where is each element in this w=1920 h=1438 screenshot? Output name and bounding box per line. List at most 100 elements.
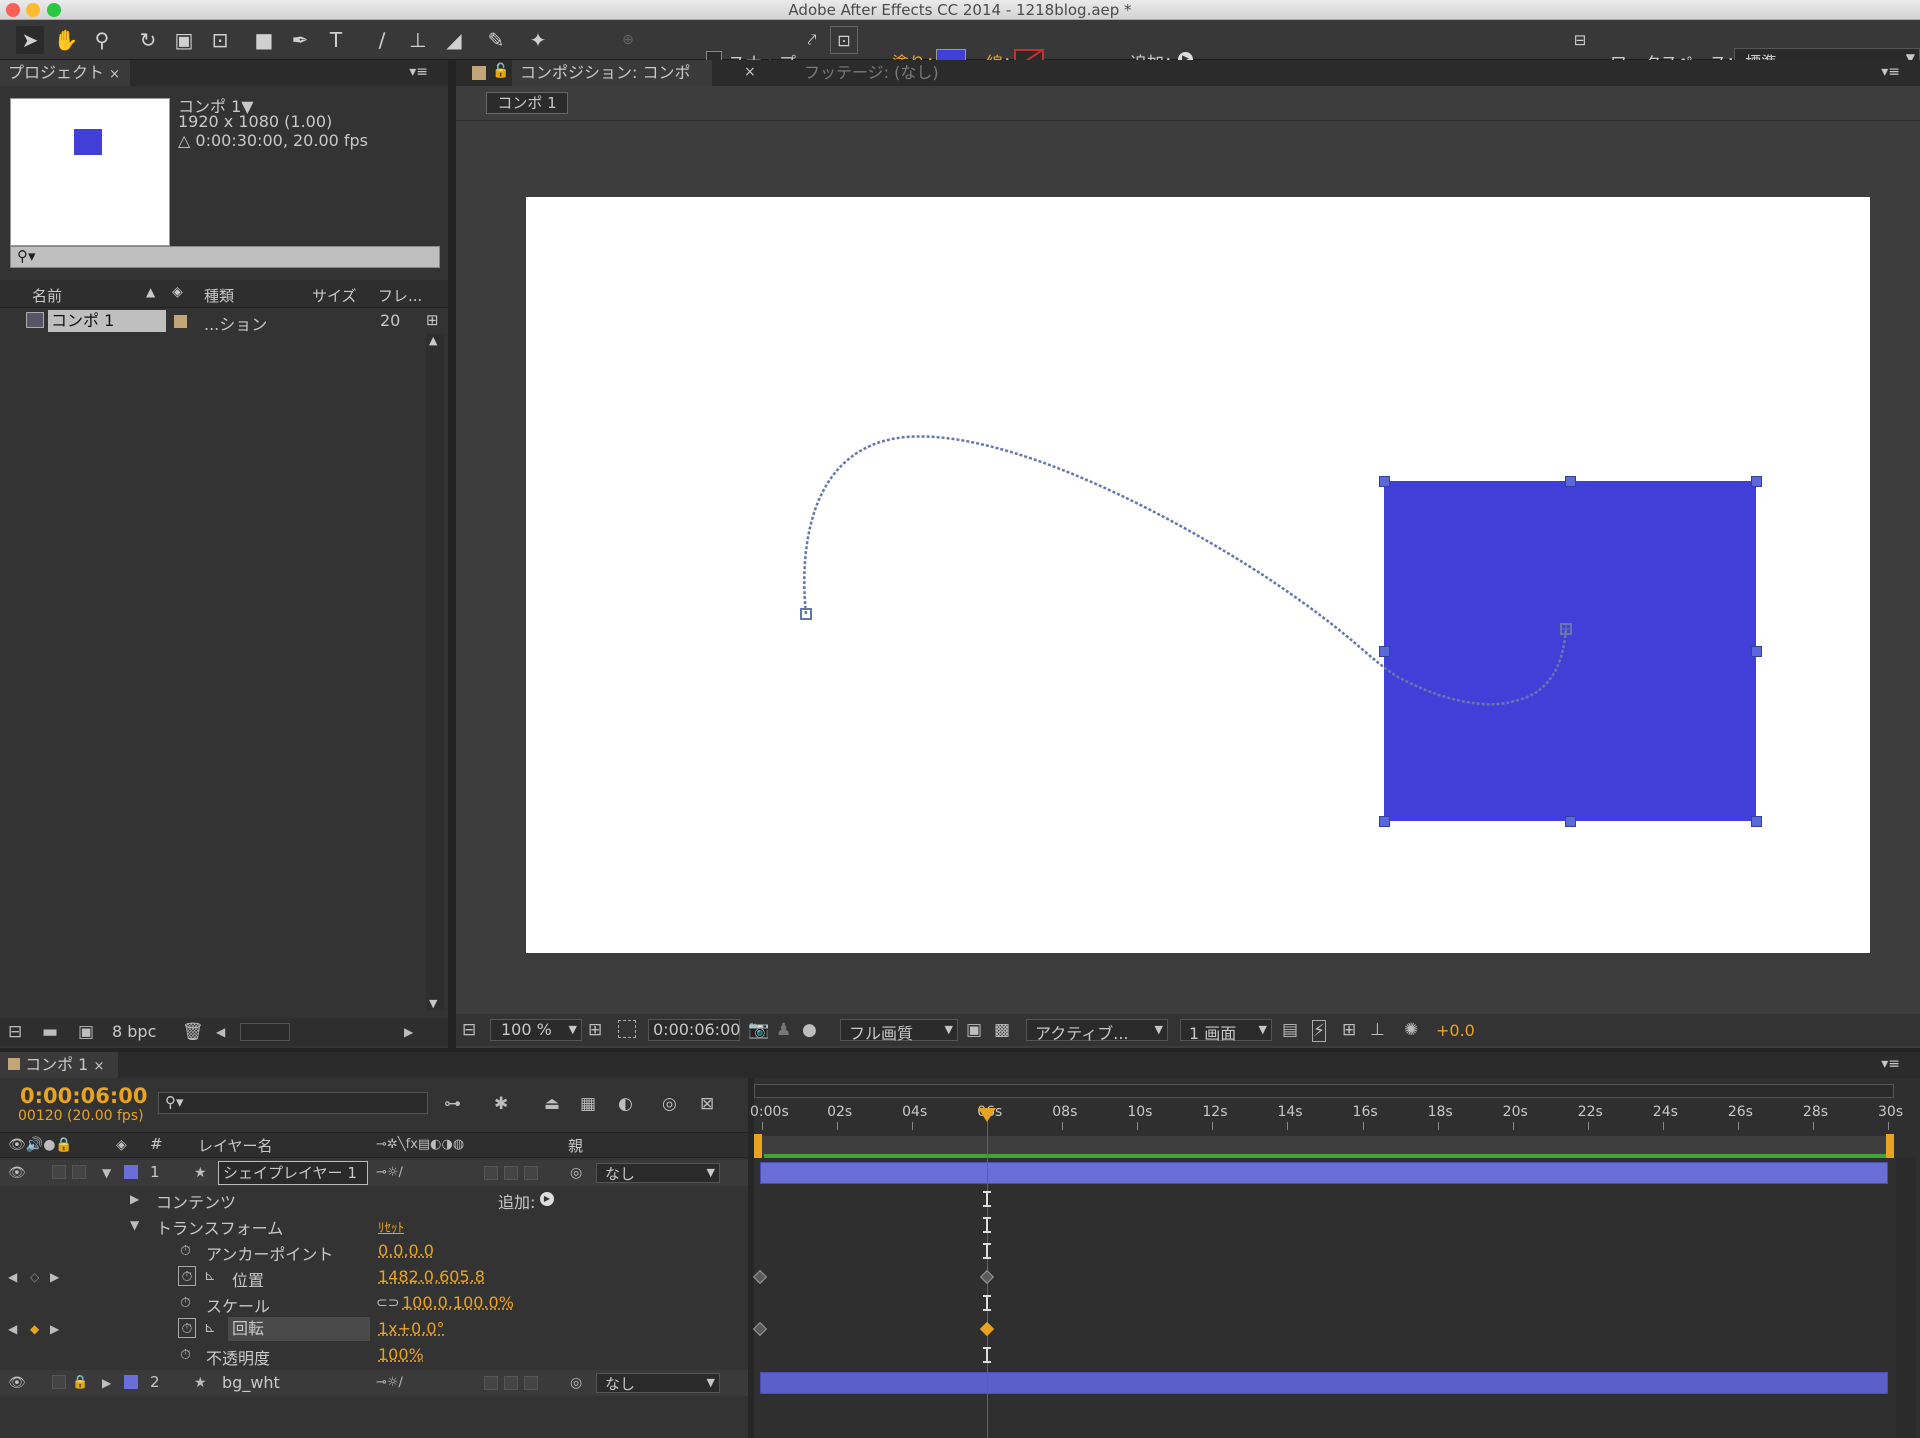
composition-mini-flowchart-icon[interactable]: ⊶ [444,1094,461,1114]
switch-box[interactable] [504,1166,518,1180]
sort-ascending-icon[interactable]: ▲ [146,285,155,299]
stopwatch-icon[interactable]: ⏱ [178,1318,196,1338]
solo-switch[interactable] [52,1375,66,1389]
switch-box[interactable] [524,1166,538,1180]
resolution-select[interactable]: フル画質 ▼ [840,1019,958,1043]
property-value[interactable]: 100.0,100.0% [402,1293,514,1312]
work-area-bar[interactable] [754,1136,1894,1156]
property-value[interactable]: 1482.0,605.8 [378,1267,485,1286]
bounding-box-handle[interactable] [1751,816,1762,827]
column-frame[interactable]: フレ... [378,285,422,306]
table-row[interactable]: 👁 🔒 ▶ 2 ★ bg_wht ⊸☼∕ ◎ なし ▼ [0,1370,752,1396]
layer-2-duration-bar[interactable] [760,1372,1888,1394]
stopwatch-icon[interactable]: ⏱ [180,1293,191,1313]
timeline-icon[interactable]: ⊞ [1342,1020,1356,1040]
column-name[interactable]: 名前 [32,285,62,306]
new-folder-icon[interactable]: ▬ [42,1022,58,1042]
camera-tool-icon[interactable]: ▣ [170,26,198,54]
bounding-box-handle[interactable] [1751,646,1762,657]
selection-tool-icon[interactable]: ➤ [16,26,44,54]
panel-menu-icon[interactable]: ▾≡ [1881,64,1900,80]
work-area-start[interactable] [754,1134,762,1158]
property-value[interactable]: 0.0,0.0 [378,1241,434,1260]
bounding-box-handle[interactable] [1379,816,1390,827]
puppet-pin-tool-icon[interactable]: ✦ [524,26,552,54]
region-of-interest-icon[interactable]: ▣ [966,1020,982,1040]
switch-box[interactable] [484,1166,498,1180]
panel-menu-icon[interactable]: ▾≡ [409,64,428,80]
composition-canvas[interactable] [526,197,1870,953]
channel-icon[interactable]: ● [802,1020,817,1040]
solo-switch[interactable] [52,1165,66,1179]
timeline-timecode[interactable]: 0:00:06:00 [20,1084,147,1108]
eye-icon[interactable]: 👁 [8,1163,26,1183]
timeline-search-input[interactable]: ⚲▾ [158,1092,428,1114]
roto-brush-tool-icon[interactable]: ✎ [482,26,510,54]
switches-icon[interactable]: ⊸✲╲fx▤◐◑◍ [376,1135,464,1155]
type-tool-icon[interactable]: T [322,26,350,54]
camera-select[interactable]: アクティブ... ▼ [1026,1019,1168,1043]
label-tag-icon[interactable]: ◈ [172,284,183,300]
column-type[interactable]: 種類 [204,285,234,306]
bounding-box-handle[interactable] [1751,476,1762,487]
list-item[interactable]: ◀ ◇ ▶ ⏱ ⊾ 位置 1482.0,605.8 [0,1264,752,1290]
safe-zones-icon[interactable]: ⊞ [588,1020,602,1040]
workspace-toggle-icon[interactable]: ⊟ [1566,26,1594,54]
constrain-proportions-icon[interactable]: ⊂⊃ [376,1293,399,1313]
lock-switch[interactable] [72,1165,86,1179]
frame-blending-icon[interactable]: ▦ [580,1094,596,1114]
list-item[interactable]: ▼ トランスフォーム ﾘｾｯﾄ [0,1212,752,1238]
pixel-aspect-icon[interactable]: ▤ [1282,1020,1298,1040]
column-parent[interactable]: 親 [568,1135,583,1156]
motion-blur-icon[interactable]: ◐ [618,1094,633,1114]
bounding-box-handle[interactable] [1565,816,1576,827]
project-search-input[interactable]: ⚲▾ [10,246,440,268]
next-keyframe-icon[interactable]: ▶ [50,1319,59,1339]
column-layer-name[interactable]: レイヤー名 [198,1135,273,1156]
keyframe-at-time-icon[interactable]: ◆ [30,1319,39,1339]
transparency-grid-icon[interactable]: ▩ [994,1020,1010,1040]
clone-stamp-tool-icon[interactable]: ⊥ [404,26,432,54]
scroll-left-icon[interactable]: ◀ [216,1022,225,1042]
parent-select[interactable]: なし ▼ [596,1373,720,1393]
property-value[interactable]: 1x+0.0° [378,1319,445,1338]
label-tag-icon[interactable]: ◈ [116,1135,127,1155]
column-size[interactable]: サイズ [312,285,357,306]
zoom-tool-icon[interactable]: ⚲ [88,26,116,54]
show-snapshot-icon[interactable]: ♟ [776,1020,791,1040]
pan-behind-tool-icon[interactable]: ⊡ [206,26,234,54]
lock-icon[interactable]: 🔒 [72,1373,88,1393]
switch-box[interactable] [524,1376,538,1390]
snap-target-icon[interactable]: ⊡ [830,26,858,54]
current-time-field[interactable]: 0:00:06:00 [648,1019,740,1041]
rotation-tool-icon[interactable]: ↻ [134,26,162,54]
graph-editor-icon[interactable]: ◎ [662,1094,677,1114]
bounding-box-handle[interactable] [1565,476,1576,487]
prev-keyframe-icon[interactable]: ◀ [8,1267,17,1287]
always-preview-icon[interactable]: ⊟ [462,1020,476,1040]
brush-tool-icon[interactable]: ∕ [368,26,396,54]
layer-switches-icon[interactable]: ⊸☼∕ [376,1163,403,1183]
layer-switches-icon[interactable]: ⊸☼∕ [376,1373,403,1393]
layer-1-duration-bar[interactable] [760,1162,1888,1184]
snap-feather-icon[interactable]: ⤤ [798,26,826,54]
scroll-right-icon[interactable]: ▶ [404,1022,413,1042]
fast-previews-icon[interactable]: ⚡ [1312,1020,1326,1042]
chevron-right-icon[interactable]: ▶ [130,1189,139,1209]
horizontal-scroll-thumb[interactable] [240,1023,290,1041]
view-layout-select[interactable]: 1 画面 ▼ [1180,1019,1272,1043]
pick-whip-icon[interactable]: ◎ [570,1373,582,1393]
layer-name[interactable]: bg_wht [222,1373,280,1392]
flowchart-icon[interactable]: ⊞ [426,311,439,329]
project-scrollbar[interactable]: ▲ ▼ [426,334,444,1010]
layer-label-color[interactable] [124,1375,138,1389]
graph-icon[interactable]: ⊾ [204,1266,216,1286]
transform-reset-link[interactable]: ﾘｾｯﾄ [378,1217,404,1236]
eraser-tool-icon[interactable]: ◢ [440,26,468,54]
chevron-right-icon[interactable]: ▶ [102,1373,111,1393]
chevron-down-icon[interactable]: ▼ [130,1215,139,1235]
label-color-swatch[interactable] [174,315,187,328]
list-item[interactable]: ⏱ スケール ⊂⊃ 100.0,100.0% [0,1290,752,1316]
stopwatch-icon[interactable]: ⏱ [178,1266,196,1286]
pick-whip-icon[interactable]: ◎ [570,1163,582,1183]
